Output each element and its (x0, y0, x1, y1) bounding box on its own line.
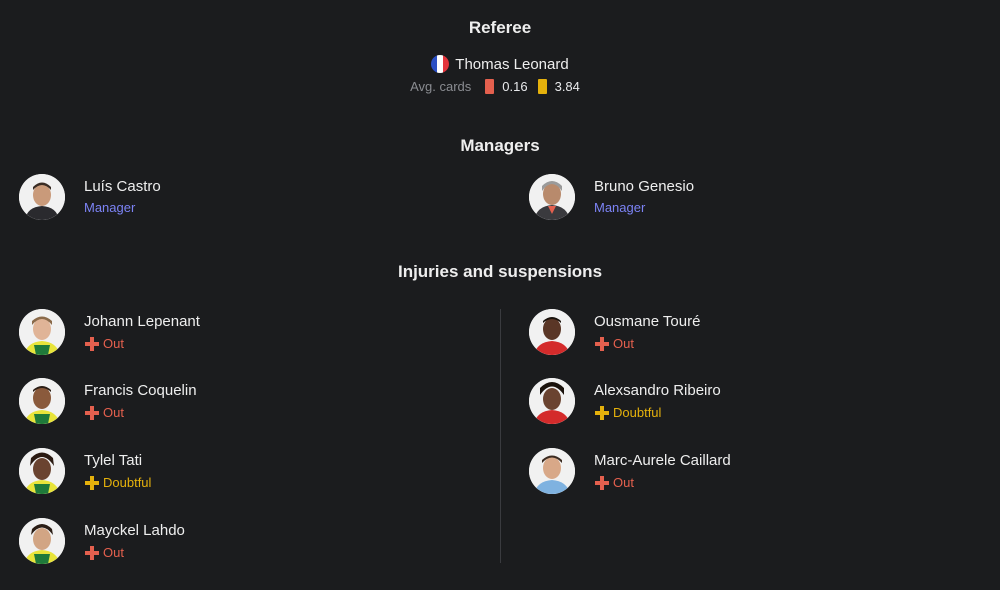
status-label: Out (103, 404, 124, 420)
manager-role: Manager (84, 200, 136, 215)
injury-row[interactable]: Francis Coquelin Out (19, 378, 197, 424)
avatar (19, 378, 65, 424)
player-name[interactable]: Ousmane Touré (594, 313, 700, 331)
injuries-title: Injuries and suspensions (397, 262, 603, 281)
plus-icon (595, 405, 609, 420)
status-doubtful: Doubtful (84, 475, 151, 491)
avatar (529, 309, 575, 355)
referee-row[interactable]: Thomas Leonard (0, 55, 1000, 73)
status-out: Out (84, 336, 200, 352)
manager-role: Manager (594, 200, 646, 215)
status-label: Out (613, 335, 634, 351)
plus-icon (595, 336, 609, 351)
avatar (529, 448, 575, 494)
column-divider (500, 309, 501, 563)
status-out: Out (594, 336, 700, 352)
avatar (19, 309, 65, 355)
status-label: Out (103, 544, 124, 560)
plus-icon (85, 336, 99, 351)
status-label: Out (613, 474, 634, 490)
status-label: Doubtful (103, 474, 152, 490)
injury-row[interactable]: Johann Lepenant Out (19, 309, 200, 355)
referee-name[interactable]: Thomas Leonard (455, 56, 568, 73)
player-name[interactable]: Tylel Tati (84, 452, 151, 470)
status-out: Out (84, 545, 185, 561)
plus-icon (595, 475, 609, 490)
match-details-panel: Referee Thomas Leonard Avg. cards 0.16 3… (0, 0, 1000, 590)
red-card-icon (485, 79, 495, 94)
plus-icon (85, 545, 99, 560)
avatar (529, 174, 575, 220)
avatar (19, 448, 65, 494)
red-card-avg: 0.16 (502, 79, 528, 94)
avatar (19, 518, 65, 564)
manager-home[interactable]: Luís Castro Manager (19, 174, 161, 220)
player-name[interactable]: Alexsandro Ribeiro (594, 382, 721, 400)
manager-name[interactable]: Luís Castro (84, 178, 161, 196)
manager-away[interactable]: Bruno Genesio Manager (529, 174, 694, 220)
avg-cards: Avg. cards 0.16 3.84 (0, 79, 1000, 94)
france-flag-icon (431, 55, 450, 73)
status-label: Doubtful (613, 404, 662, 420)
injury-row[interactable]: Marc-Aurele Caillard Out (529, 448, 731, 494)
avg-cards-label: Avg. cards (410, 79, 472, 94)
injury-row[interactable]: Alexsandro Ribeiro Doubtful (529, 378, 721, 424)
plus-icon (85, 475, 99, 490)
player-name[interactable]: Marc-Aurele Caillard (594, 452, 731, 470)
avatar (19, 174, 65, 220)
status-label: Out (103, 335, 124, 351)
yellow-card-icon (537, 79, 547, 94)
status-out: Out (594, 475, 731, 491)
avatar (529, 378, 575, 424)
referee-title: Referee (468, 18, 532, 37)
injury-row[interactable]: Mayckel Lahdo Out (19, 518, 185, 564)
player-name[interactable]: Mayckel Lahdo (84, 522, 185, 540)
managers-title: Managers (460, 136, 540, 155)
player-name[interactable]: Francis Coquelin (84, 382, 197, 400)
status-doubtful: Doubtful (594, 405, 721, 421)
manager-name[interactable]: Bruno Genesio (594, 178, 694, 196)
player-name[interactable]: Johann Lepenant (84, 313, 200, 331)
status-out: Out (84, 405, 197, 421)
injury-row[interactable]: Tylel Tati Doubtful (19, 448, 151, 494)
injury-row[interactable]: Ousmane Touré Out (529, 309, 700, 355)
yellow-card-avg: 3.84 (554, 79, 580, 94)
plus-icon (85, 405, 99, 420)
